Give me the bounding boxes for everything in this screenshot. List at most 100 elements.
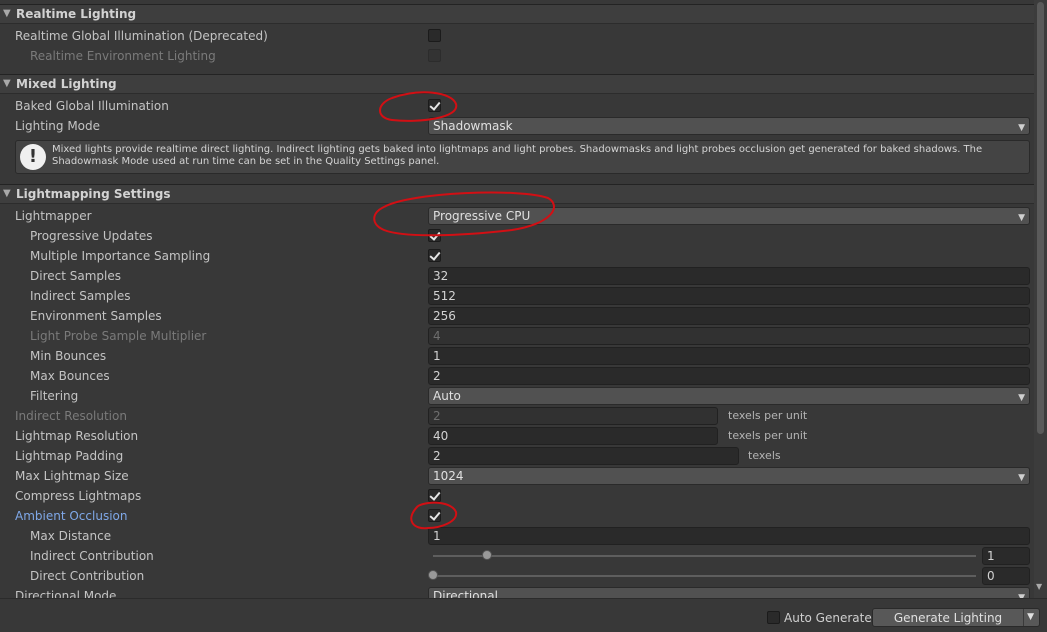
lightmap-resolution-unit: texels per unit: [728, 429, 808, 442]
max-distance-label: Max Distance: [30, 529, 112, 543]
direct-contribution-field[interactable]: 0: [982, 567, 1030, 585]
direct-contribution-slider-thumb[interactable]: [428, 570, 438, 580]
row-filtering: Filtering Auto ▼: [0, 386, 1034, 406]
vertical-scrollbar[interactable]: ▼: [1034, 0, 1047, 598]
info-exclamation-icon: !: [20, 144, 46, 170]
auto-generate-label: Auto Generate: [784, 611, 872, 625]
realtime-env-label: Realtime Environment Lighting: [30, 49, 216, 63]
min-bounces-field[interactable]: 1: [428, 347, 1030, 365]
directional-mode-label: Directional Mode: [15, 589, 117, 598]
indirect-contribution-slider-track[interactable]: [433, 555, 976, 557]
progressive-updates-checkbox[interactable]: [428, 229, 441, 242]
collapse-arrow-icon[interactable]: ▼: [3, 78, 11, 89]
realtime-env-checkbox: [428, 49, 441, 62]
indirect-resolution-field: 2: [428, 407, 718, 425]
row-ambient-occlusion: Ambient Occlusion: [0, 506, 1034, 526]
row-baked-gi: Baked Global Illumination: [0, 96, 1034, 116]
direct-samples-field[interactable]: 32: [428, 267, 1030, 285]
lighting-mode-dropdown[interactable]: Shadowmask ▼: [428, 117, 1030, 135]
generate-lighting-button[interactable]: Generate Lighting ▼: [872, 608, 1040, 627]
checkmark-icon: [429, 509, 441, 521]
directional-mode-value: Directional: [433, 589, 498, 598]
section-header-lightmapping-settings[interactable]: ▼ Lightmapping Settings: [0, 184, 1034, 204]
indirect-contribution-label: Indirect Contribution: [30, 549, 154, 563]
checkmark-icon: [429, 229, 441, 241]
row-max-distance: Max Distance 1: [0, 526, 1034, 546]
generate-lighting-label: Generate Lighting: [893, 611, 1003, 625]
max-bounces-field[interactable]: 2: [428, 367, 1030, 385]
dropdown-arrow-icon[interactable]: ▼: [1027, 612, 1034, 622]
button-divider: [1023, 609, 1024, 626]
collapse-arrow-icon[interactable]: ▼: [3, 8, 11, 19]
dropdown-arrow-icon: ▼: [1018, 593, 1025, 598]
indirect-samples-field[interactable]: 512: [428, 287, 1030, 305]
environment-samples-label: Environment Samples: [30, 309, 162, 323]
indirect-resolution-label: Indirect Resolution: [15, 409, 127, 423]
progressive-updates-label: Progressive Updates: [30, 229, 153, 243]
row-indirect-resolution: Indirect Resolution 2 texels per unit: [0, 406, 1034, 426]
dropdown-arrow-icon: ▼: [1018, 393, 1025, 403]
filtering-label: Filtering: [30, 389, 79, 403]
lightmap-resolution-field[interactable]: 40: [428, 427, 718, 445]
section-header-realtime-lighting[interactable]: ▼ Realtime Lighting: [0, 4, 1034, 24]
compress-lightmaps-checkbox[interactable]: [428, 489, 441, 502]
info-text: Mixed lights provide realtime direct lig…: [52, 144, 983, 167]
realtime-gi-label: Realtime Global Illumination (Deprecated…: [15, 29, 268, 43]
section-title: Lightmapping Settings: [16, 187, 171, 201]
lighting-settings-panel: ▼ Realtime Lighting Realtime Global Illu…: [0, 0, 1034, 598]
lightmapper-dropdown[interactable]: Progressive CPU ▼: [428, 207, 1030, 225]
lightmapper-label: Lightmapper: [15, 209, 92, 223]
probe-multiplier-label: Light Probe Sample Multiplier: [30, 329, 207, 343]
section-title: Realtime Lighting: [16, 7, 137, 21]
lightmap-padding-field[interactable]: 2: [428, 447, 739, 465]
lightmap-padding-label: Lightmap Padding: [15, 449, 124, 463]
row-lighting-mode: Lighting Mode Shadowmask ▼: [0, 116, 1034, 136]
row-environment-samples: Environment Samples 256: [0, 306, 1034, 326]
section-title: Mixed Lighting: [16, 77, 117, 91]
dropdown-arrow-icon: ▼: [1018, 123, 1025, 133]
row-max-lightmap-size: Max Lightmap Size 1024 ▼: [0, 466, 1034, 486]
max-lightmap-size-dropdown[interactable]: 1024 ▼: [428, 467, 1030, 485]
compress-lightmaps-label: Compress Lightmaps: [15, 489, 142, 503]
mis-checkbox[interactable]: [428, 249, 441, 262]
direct-contribution-label: Direct Contribution: [30, 569, 145, 583]
collapse-arrow-icon[interactable]: ▼: [3, 188, 11, 199]
row-realtime-gi: Realtime Global Illumination (Deprecated…: [0, 26, 1034, 46]
scroll-down-arrow-icon[interactable]: ▼: [1036, 582, 1042, 591]
lightmap-padding-unit: texels: [748, 449, 781, 462]
direct-samples-label: Direct Samples: [30, 269, 121, 283]
auto-generate-checkbox[interactable]: [767, 611, 780, 624]
row-lightmapper: Lightmapper Progressive CPU ▼: [0, 206, 1034, 226]
section-header-mixed-lighting[interactable]: ▼ Mixed Lighting: [0, 74, 1034, 94]
row-lightmap-padding: Lightmap Padding 2 texels: [0, 446, 1034, 466]
row-direct-contribution: Direct Contribution 0: [0, 566, 1034, 586]
lightmap-resolution-label: Lightmap Resolution: [15, 429, 139, 443]
indirect-samples-label: Indirect Samples: [30, 289, 131, 303]
baked-gi-label: Baked Global Illumination: [15, 99, 169, 113]
ambient-occlusion-checkbox[interactable]: [428, 509, 441, 522]
realtime-gi-checkbox[interactable]: [428, 29, 441, 42]
row-min-bounces: Min Bounces 1: [0, 346, 1034, 366]
checkmark-icon: [429, 99, 441, 111]
indirect-resolution-unit: texels per unit: [728, 409, 808, 422]
max-bounces-label: Max Bounces: [30, 369, 110, 383]
row-probe-multiplier: Light Probe Sample Multiplier 4: [0, 326, 1034, 346]
environment-samples-field[interactable]: 256: [428, 307, 1030, 325]
max-distance-field[interactable]: 1: [428, 527, 1030, 545]
baked-gi-checkbox[interactable]: [428, 99, 441, 112]
mixed-lighting-info-box: ! Mixed lights provide realtime direct l…: [15, 140, 1030, 174]
directional-mode-dropdown[interactable]: Directional ▼: [428, 587, 1030, 598]
lightmapper-value: Progressive CPU: [433, 209, 531, 223]
min-bounces-label: Min Bounces: [30, 349, 107, 363]
row-lightmap-resolution: Lightmap Resolution 40 texels per unit: [0, 426, 1034, 446]
scrollbar-thumb[interactable]: [1037, 2, 1044, 434]
row-direct-samples: Direct Samples 32: [0, 266, 1034, 286]
max-lightmap-size-label: Max Lightmap Size: [15, 469, 129, 483]
indirect-contribution-field[interactable]: 1: [982, 547, 1030, 565]
row-indirect-samples: Indirect Samples 512: [0, 286, 1034, 306]
filtering-dropdown[interactable]: Auto ▼: [428, 387, 1030, 405]
row-directional-mode: Directional Mode Directional ▼: [0, 586, 1034, 598]
indirect-contribution-slider-thumb[interactable]: [482, 550, 493, 560]
direct-contribution-slider-track[interactable]: [433, 575, 976, 577]
row-compress-lightmaps: Compress Lightmaps: [0, 486, 1034, 506]
